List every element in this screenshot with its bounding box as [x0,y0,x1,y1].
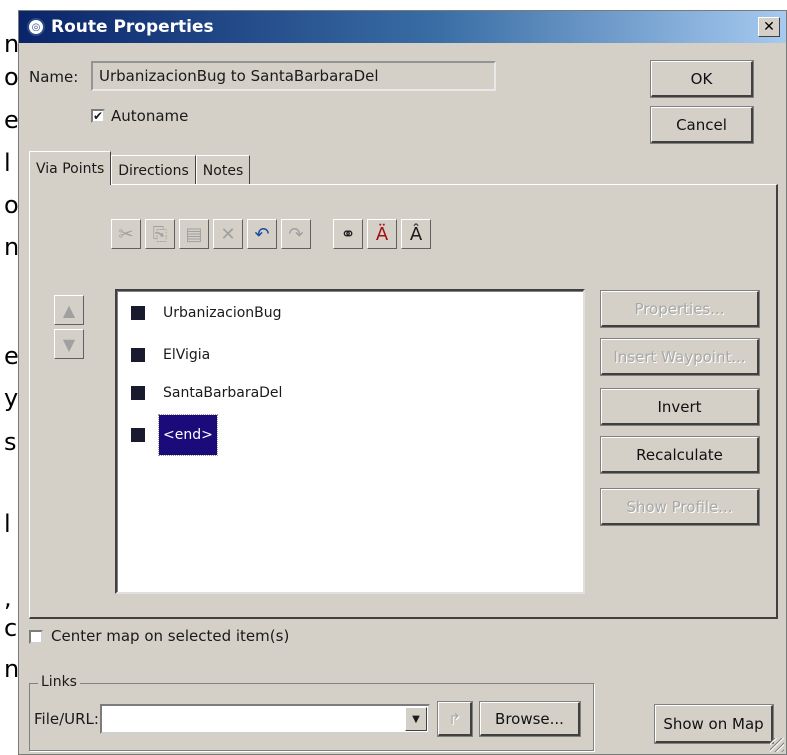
waypoint-icon [131,348,145,362]
title-bar[interactable]: ◎ Route Properties ✕ [19,11,786,43]
side-letter: l [4,510,11,538]
tab-notes[interactable]: Notes [195,155,251,185]
cut-icon[interactable]: ✂ [111,219,141,249]
undo-icon[interactable]: ↶ [247,219,277,249]
side-letter: , [4,584,12,612]
cancel-button[interactable]: Cancel [650,106,754,144]
side-letter: n [4,655,20,683]
insert-waypoint-button[interactable]: Insert Waypoint... [600,338,760,376]
close-button[interactable]: ✕ [758,17,780,37]
side-letter: n [4,233,20,261]
show-on-map-button[interactable]: Show on Map [654,704,774,744]
show-profile-button[interactable]: Show Profile... [600,488,760,526]
window-title: Route Properties [51,17,214,37]
tab-directions[interactable]: Directions [111,155,196,185]
waypoint-icon [131,428,145,442]
via-points-list[interactable]: UrbanizacionBug ElVigia SantaBarbaraDel … [115,289,585,594]
file-url-label: File/URL: [34,710,99,728]
invert-button[interactable]: Invert [600,388,760,426]
find-next-icon[interactable]: Ä [367,219,397,249]
open-link-icon: ↱ [448,709,461,728]
list-item[interactable]: <end> [131,414,218,456]
list-item-label: SantaBarbaraDel [163,385,283,401]
delete-icon[interactable]: ✕ [213,219,243,249]
list-item-label: UrbanizacionBug [163,305,282,321]
name-label: Name: [29,68,79,86]
autoname-checkbox[interactable]: ✔ [91,109,105,123]
route-properties-dialog: ◎ Route Properties ✕ Name: UrbanizacionB… [18,10,787,755]
center-map-label: Center map on selected item(s) [51,627,290,645]
browse-button[interactable]: Browse... [479,701,581,737]
side-letter: o [4,191,19,219]
copy-icon[interactable]: ⎘ [145,219,175,249]
move-up-button[interactable]: ▲ [54,295,84,325]
name-field[interactable]: UrbanizacionBug to SantaBarbaraDel [91,61,496,91]
app-icon: ◎ [27,18,45,36]
autoname-label: Autoname [111,107,189,125]
list-item[interactable]: SantaBarbaraDel [131,379,286,407]
tab-via-points[interactable]: Via Points [29,151,112,185]
waypoint-icon [131,386,145,400]
center-map-checkbox[interactable] [29,630,43,644]
background-page-text: n o e l o n e y s l , c n [0,0,20,755]
side-letter: l [4,149,11,177]
side-letter: y [4,384,19,412]
waypoint-icon [131,306,145,320]
list-item[interactable]: ElVigia [131,341,214,369]
list-item[interactable]: UrbanizacionBug [131,299,286,327]
move-down-button[interactable]: ▼ [54,329,84,359]
open-link-button[interactable]: ↱ [437,701,473,737]
side-letter: s [4,428,17,456]
find-icon[interactable]: ⚭ [333,219,363,249]
paste-icon[interactable]: ▤ [179,219,209,249]
side-letter: n [4,30,20,58]
side-letter: e [4,106,19,134]
file-url-input[interactable]: ▼ [100,704,430,734]
redo-icon[interactable]: ↷ [281,219,311,249]
links-legend: Links [38,674,80,690]
resize-grip[interactable] [770,738,784,752]
list-item-label: <end> [158,414,218,456]
tab-strip: Via Points Directions Notes [29,151,251,185]
ok-button[interactable]: OK [650,60,754,98]
find-previous-icon[interactable]: Â [401,219,431,249]
links-group: Links File/URL: ▼ ↱ Browse... [29,674,594,751]
list-item-label: ElVigia [163,347,211,363]
properties-button[interactable]: Properties... [600,290,760,328]
side-letter: e [4,342,19,370]
side-letter: c [4,614,18,642]
chevron-down-icon[interactable]: ▼ [405,707,427,731]
via-points-toolbar: ✂ ⎘ ▤ ✕ ↶ ↷ ⚭ Ä Â [111,219,431,249]
recalculate-button[interactable]: Recalculate [600,436,760,474]
side-letter: o [4,63,19,91]
